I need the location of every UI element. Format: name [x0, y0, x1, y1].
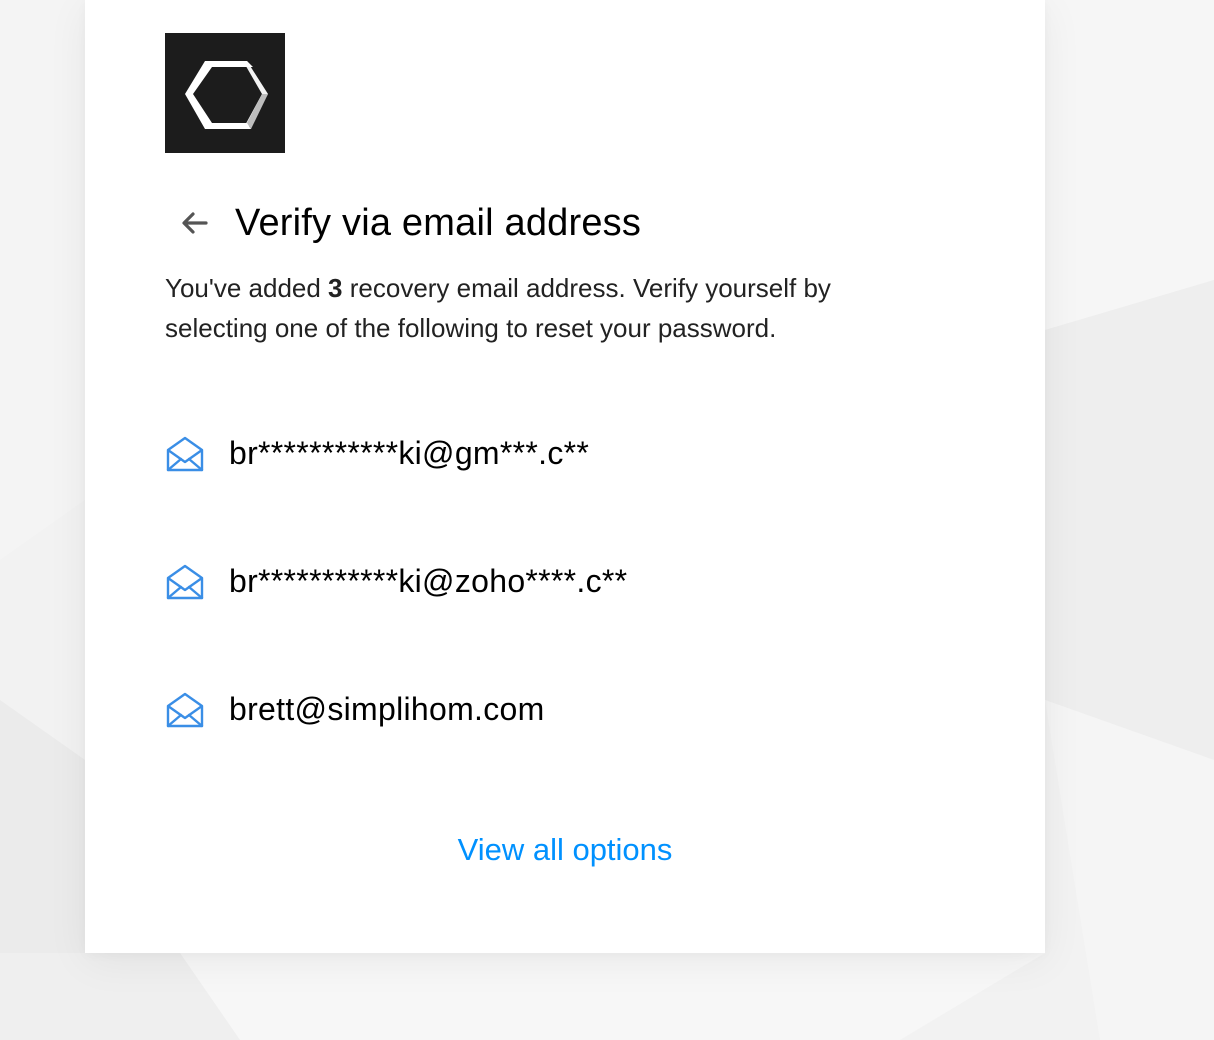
hexagon-logo-icon — [165, 33, 285, 153]
view-all-options-link[interactable]: View all options — [85, 832, 1045, 868]
email-address: br***********ki@gm***.c** — [229, 435, 590, 471]
envelope-open-icon — [166, 692, 204, 728]
arrow-left-icon — [182, 212, 208, 234]
email-option[interactable]: br***********ki@gm***.c** — [165, 420, 965, 548]
email-address: brett@simplihom.com — [229, 691, 545, 727]
page-title: Verify via email address — [235, 201, 642, 244]
recovery-email-count: 3 — [328, 273, 343, 303]
email-address: br***********ki@zoho****.c** — [229, 563, 628, 599]
back-button[interactable] — [165, 196, 225, 250]
verify-card: Verify via email address You've added 3 … — [85, 0, 1045, 953]
header: Verify via email address — [165, 196, 641, 250]
email-option-list: br***********ki@gm***.c** br***********k… — [165, 420, 965, 804]
envelope-open-icon — [166, 436, 204, 472]
email-option[interactable]: brett@simplihom.com — [165, 676, 965, 804]
description: You've added 3 recovery email address. V… — [165, 268, 935, 348]
description-prefix: You've added — [165, 273, 329, 303]
email-option[interactable]: br***********ki@zoho****.c** — [165, 548, 965, 676]
envelope-open-icon — [166, 564, 204, 600]
